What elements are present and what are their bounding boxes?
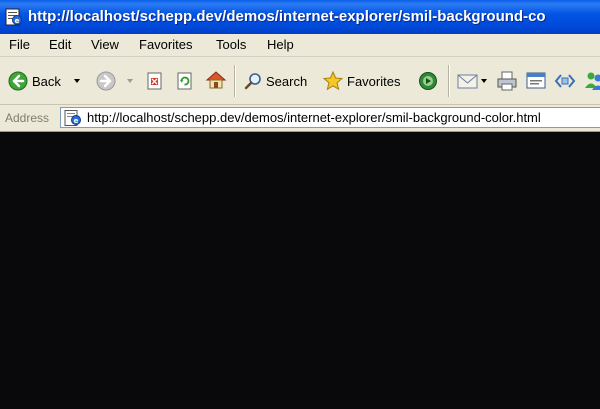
messenger-icon — [585, 72, 600, 90]
forward-button[interactable] — [94, 57, 118, 105]
address-field[interactable]: e http://localhost/schepp.dev/demos/inte… — [60, 107, 600, 128]
window-titlebar[interactable]: e http://localhost/schepp.dev/demos/inte… — [0, 0, 600, 34]
home-button[interactable] — [203, 57, 227, 105]
media-button[interactable] — [417, 57, 441, 105]
home-icon — [205, 71, 227, 89]
forward-dropdown-icon[interactable] — [127, 79, 133, 83]
address-bar: Address e http://localhost/schepp.dev/de… — [0, 105, 600, 132]
menu-edit[interactable]: Edit — [49, 37, 71, 52]
stop-icon — [147, 72, 162, 90]
address-label: Address — [5, 111, 50, 125]
toolbar-separator — [448, 65, 450, 97]
menu-favorites[interactable]: Favorites — [139, 37, 192, 52]
menu-help[interactable]: Help — [267, 37, 294, 52]
address-url[interactable]: http://localhost/schepp.dev/demos/intern… — [87, 110, 541, 125]
toolbar-separator — [234, 65, 236, 97]
ie-page-icon: e — [5, 8, 22, 26]
edit-button[interactable] — [524, 57, 548, 105]
mail-button[interactable] — [456, 57, 490, 105]
media-icon — [419, 72, 437, 90]
messenger-button[interactable] — [584, 57, 600, 105]
favorites-star-icon — [322, 70, 344, 91]
window-title: http://localhost/schepp.dev/demos/intern… — [28, 8, 546, 25]
svg-text:e: e — [15, 17, 20, 25]
search-button[interactable]: Search — [243, 57, 313, 105]
standard-toolbar: Back Search Favorites — [0, 57, 600, 105]
printer-icon — [497, 71, 517, 91]
mail-envelope-icon — [457, 74, 478, 89]
mail-dropdown-icon[interactable] — [481, 79, 487, 83]
menu-view[interactable]: View — [91, 37, 119, 52]
back-button[interactable]: Back — [5, 57, 71, 105]
stop-button[interactable] — [144, 57, 166, 105]
menu-bar: File Edit View Favorites Tools Help — [0, 34, 600, 57]
refresh-button[interactable] — [174, 57, 196, 105]
favorites-label: Favorites — [347, 74, 401, 89]
menu-tools[interactable]: Tools — [216, 37, 246, 52]
search-label: Search — [266, 74, 308, 89]
discuss-button[interactable] — [553, 57, 577, 105]
page-content — [0, 132, 600, 409]
ie-page-icon: e — [64, 110, 81, 126]
svg-text:e: e — [74, 117, 79, 125]
print-button[interactable] — [495, 57, 519, 105]
refresh-icon — [177, 72, 192, 90]
back-label: Back — [32, 74, 61, 89]
menu-file[interactable]: File — [9, 37, 30, 52]
back-arrow-icon — [8, 71, 28, 91]
search-icon — [244, 73, 261, 90]
edit-page-icon — [526, 72, 546, 89]
back-dropdown-icon[interactable] — [74, 79, 80, 83]
favorites-button[interactable]: Favorites — [322, 57, 408, 105]
forward-arrow-icon — [96, 71, 116, 91]
discuss-icon — [554, 74, 576, 88]
